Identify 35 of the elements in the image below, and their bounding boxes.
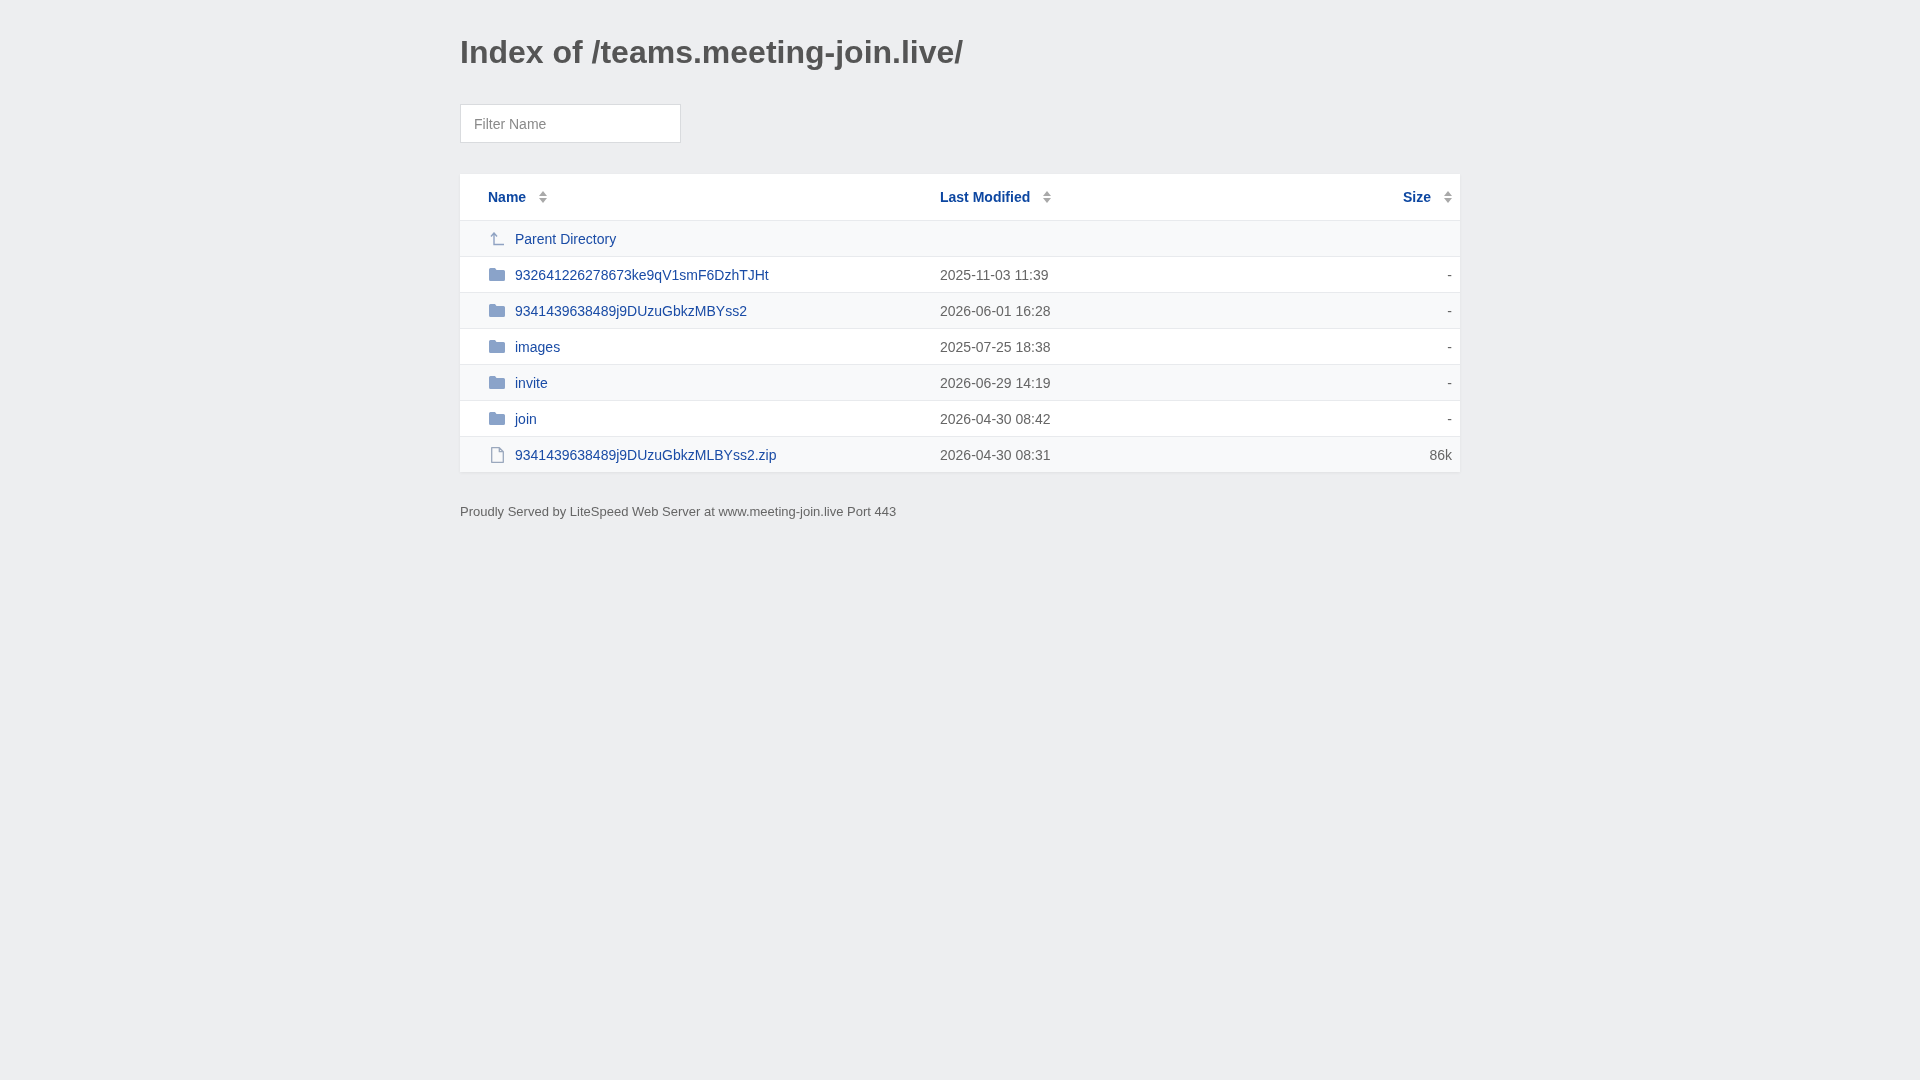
folder-icon bbox=[489, 412, 505, 425]
folder-icon bbox=[489, 304, 505, 317]
folder-icon bbox=[489, 268, 505, 281]
file-icon bbox=[490, 446, 504, 463]
parent-directory-link[interactable]: Parent Directory bbox=[515, 230, 617, 247]
column-sort-link[interactable]: Size bbox=[1403, 189, 1431, 205]
modified-time: 2026-06-29 14:19 bbox=[940, 374, 1051, 391]
column-sort-link[interactable]: Name bbox=[488, 189, 527, 205]
file-size: - bbox=[1447, 266, 1452, 283]
file-size: - bbox=[1447, 338, 1452, 355]
folder-link[interactable]: 9341439638489j9DUzuGbkzMBYss2 bbox=[515, 302, 747, 319]
folder-icon bbox=[489, 376, 505, 389]
file-size: - bbox=[1447, 410, 1452, 427]
file-size: - bbox=[1447, 374, 1452, 391]
sort-icon[interactable] bbox=[539, 191, 548, 203]
modified-time: 2026-06-01 16:28 bbox=[940, 302, 1051, 319]
modified-time: 2026-04-30 08:42 bbox=[940, 410, 1051, 427]
modified-time: 2025-11-03 11:39 bbox=[940, 266, 1049, 283]
modified-time: 2026-04-30 08:31 bbox=[940, 446, 1051, 463]
sort-icon[interactable] bbox=[1043, 191, 1052, 203]
file-size: 86k bbox=[1429, 446, 1452, 463]
column-sort-link[interactable]: Last Modified bbox=[940, 189, 1031, 205]
file-size: - bbox=[1447, 302, 1452, 319]
folder-link[interactable]: invite bbox=[515, 374, 548, 391]
modified-time: 2025-07-25 18:38 bbox=[940, 338, 1051, 355]
page-title: Index of /teams.meeting-join.live/ bbox=[460, 33, 964, 71]
file-link[interactable]: 9341439638489j9DUzuGbkzMLBYss2.zip bbox=[515, 446, 777, 463]
folder-link[interactable]: join bbox=[515, 410, 537, 427]
return-arrow-icon bbox=[490, 231, 504, 246]
folder-link[interactable]: images bbox=[515, 338, 561, 355]
folder-link[interactable]: 932641226278673ke9qV1smF6DzhTJHt bbox=[515, 266, 769, 283]
folder-icon bbox=[489, 340, 505, 353]
sort-icon[interactable] bbox=[1444, 191, 1452, 203]
server-footer: Proudly Served by LiteSpeed Web Server at www.meeting-join.live Port 443 bbox=[460, 504, 897, 520]
filter-field[interactable]: Filter Name bbox=[460, 104, 681, 143]
